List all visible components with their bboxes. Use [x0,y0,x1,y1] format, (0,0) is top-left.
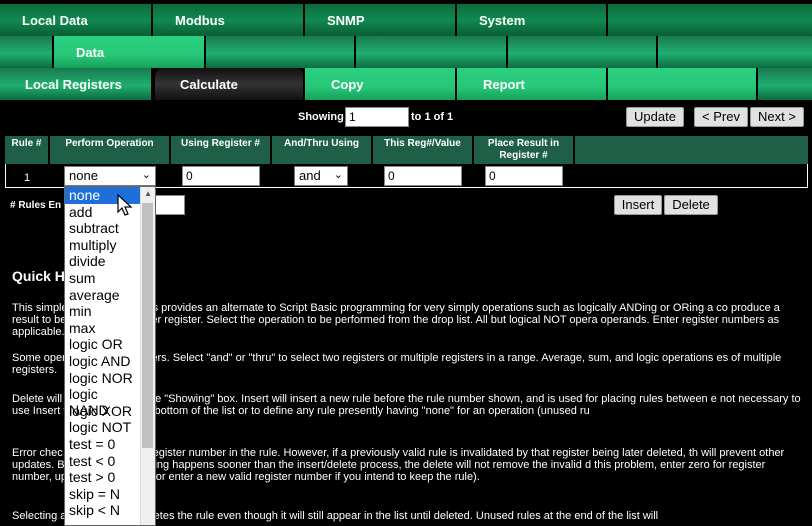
tab-empty-2b [206,36,356,68]
option-logic-not[interactable]: logic NOT [65,419,141,436]
tab-empty-3b [758,68,812,100]
tab-calculate[interactable]: Calculate [155,68,305,100]
option-divide[interactable]: divide [65,253,141,270]
tab-system[interactable]: System [457,4,608,36]
option-test-gt-0[interactable]: test > 0 [65,469,141,486]
mouse-cursor-icon [117,194,133,216]
prev-button[interactable]: < Prev [694,107,748,127]
header-andthru: And/Thru Using [272,136,372,164]
tab-snmp[interactable]: SNMP [305,4,457,36]
delete-button[interactable]: Delete [664,195,718,215]
option-skip-lt-n[interactable]: skip < N [65,502,141,519]
showing-input[interactable] [345,107,409,127]
nav-row-3: Local Registers Calculate Copy Report [0,68,812,100]
tab-empty-2a [0,36,54,68]
showing-of-text: to 1 of 1 [411,111,454,123]
showing-label: Showing [298,111,344,123]
header-using: Using Register # [171,136,271,164]
tab-empty-2d [508,36,658,68]
tab-local-registers[interactable]: Local Registers [0,68,153,100]
dropdown-scrollbar[interactable]: ▲ [140,187,155,525]
tab-copy[interactable]: Copy [305,68,457,100]
rule-number: 1 [24,172,31,184]
tab-empty-2e [658,36,812,68]
option-min[interactable]: min [65,303,141,320]
scrollbar-thumb[interactable] [142,203,153,448]
result-register-input[interactable] [485,166,563,186]
option-logic-nand[interactable]: logic NAND [65,386,141,418]
option-test-lt-0[interactable]: test < 0 [65,453,141,470]
option-multiply[interactable]: multiply [65,237,141,254]
chevron-down-icon: ⌄ [333,169,343,181]
tab-report[interactable]: Report [457,68,608,100]
option-logic-xor[interactable]: logic XOR [65,403,141,420]
header-result: Place Result in Register # [474,136,574,164]
option-skip-eq-n[interactable]: skip = N [65,486,141,503]
nav-row-1: Local Data Modbus SNMP System [0,4,812,36]
option-logic-nor[interactable]: logic NOR [65,370,141,387]
option-logic-or[interactable]: logic OR [65,336,141,353]
header-rule: Rule # [5,136,49,164]
option-average[interactable]: average [65,287,141,304]
nav-row-2: Data [0,36,812,68]
using-register-input[interactable] [182,166,260,186]
option-max[interactable]: max [65,320,141,337]
operation-dropdown-list[interactable]: none add subtract multiply divide sum av… [64,186,156,526]
next-button[interactable]: Next > [750,107,804,127]
option-logic-and[interactable]: logic AND [65,353,141,370]
tab-empty-3a [608,68,758,100]
option-test-eq-0[interactable]: test = 0 [65,436,141,453]
tab-modbus[interactable]: Modbus [153,4,305,36]
chevron-down-icon: ⌄ [141,169,151,181]
option-sum[interactable]: sum [65,270,141,287]
tab-data[interactable]: Data [54,36,206,68]
header-thisreg: This Reg#/Value [373,136,473,164]
header-operation: Perform Operation [50,136,170,164]
scroll-up-icon[interactable]: ▲ [144,189,152,198]
tab-empty-1 [608,4,812,36]
this-reg-input[interactable] [384,166,462,186]
tab-local-data[interactable]: Local Data [0,4,153,36]
rules-entry-label: # Rules En [10,200,62,211]
operation-select[interactable]: none ⌄ [64,166,156,186]
insert-button[interactable]: Insert [614,195,662,215]
update-button[interactable]: Update [626,107,684,127]
tab-empty-2c [356,36,508,68]
option-subtract[interactable]: subtract [65,220,141,237]
andthru-select[interactable]: and ⌄ [294,166,348,186]
header-filler [575,136,808,164]
